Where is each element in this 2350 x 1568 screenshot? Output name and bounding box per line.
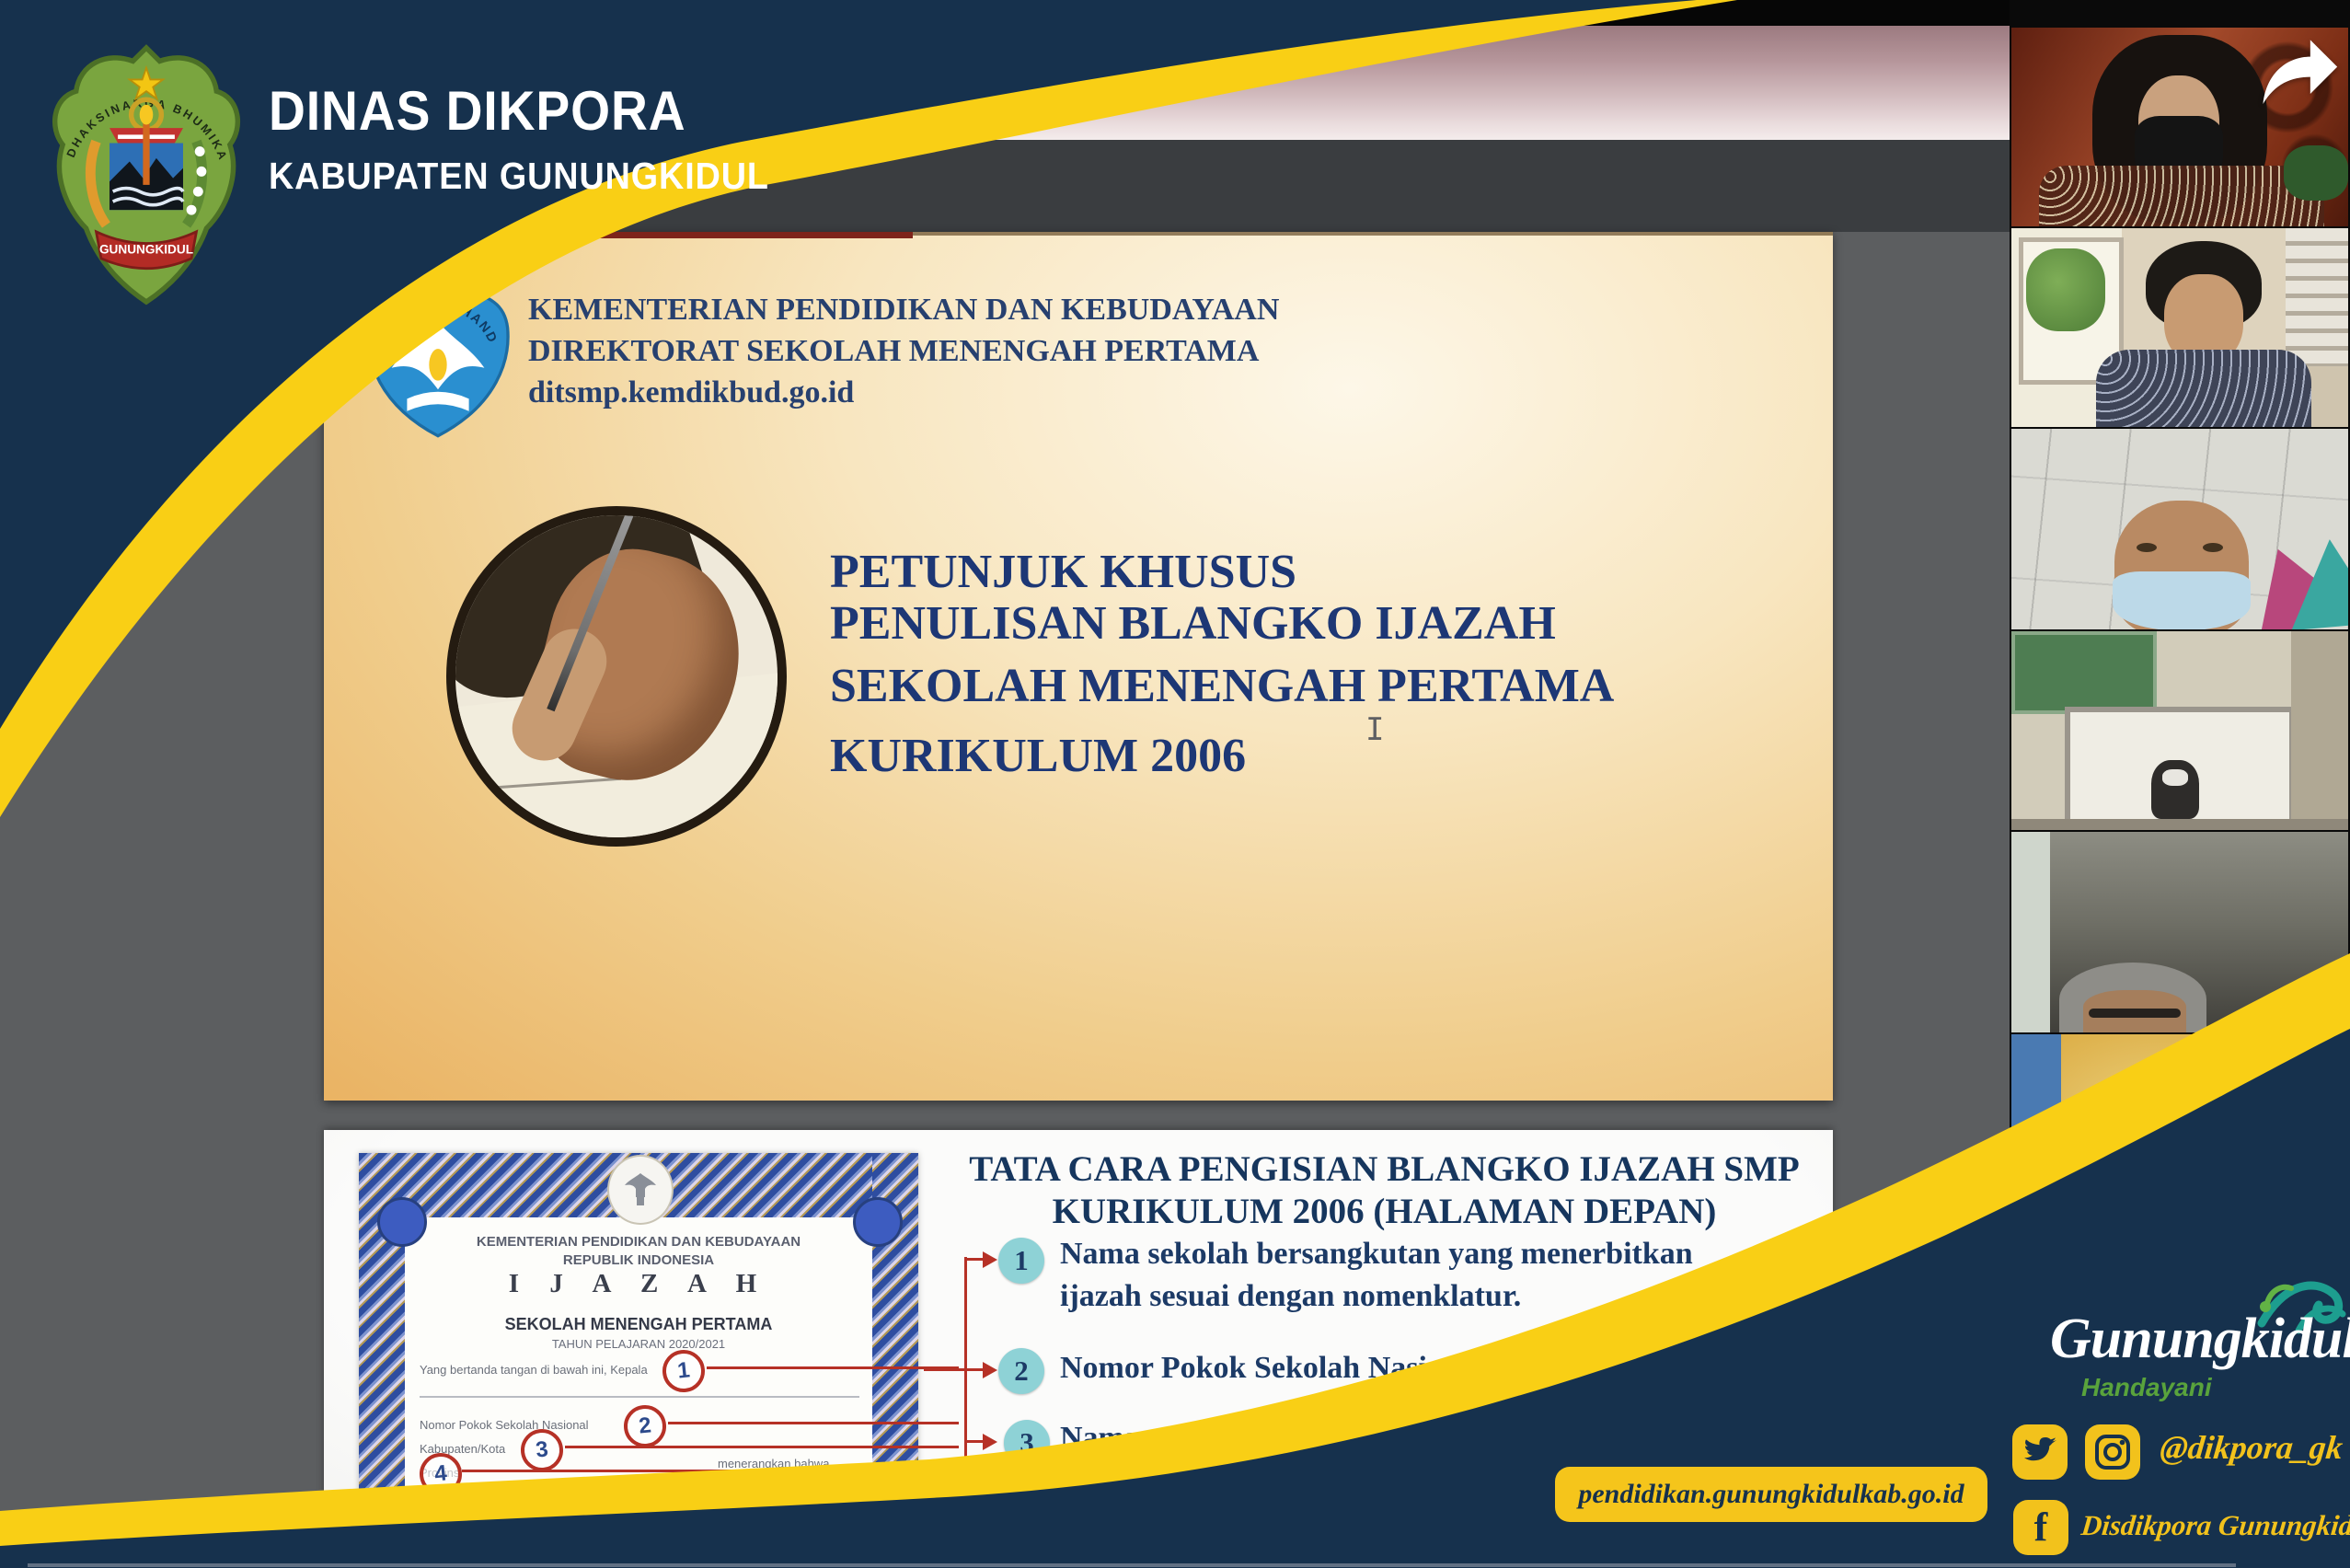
participant3-pennant-teal <box>2284 536 2348 629</box>
garuda-icon <box>622 1170 659 1210</box>
slide1-title-line3: SEKOLAH MENENGAH PERTAMA <box>830 659 1614 713</box>
red-connector <box>964 1258 985 1261</box>
list-item-2-line1: Nomor Pokok Sekolah Nasional (NPSN) <box>1060 1351 1595 1386</box>
page-edge <box>324 232 1833 236</box>
certificate-year: TAHUN PELAJARAN 2020/2021 <box>414 1337 863 1351</box>
certificate-field-2: Nomor Pokok Sekolah Nasional <box>420 1418 589 1432</box>
twitter-icon <box>2012 1424 2068 1480</box>
certificate-header-2: REPUBLIK INDONESIA <box>414 1252 863 1268</box>
ministry-line-3: ditsmp.kemdikbud.go.id <box>528 372 1540 413</box>
list-item-1-line2: ijazah sesuai dengan nomenklatur. <box>1060 1279 1521 1314</box>
facebook-label: Disdikpora Gunungkidul <box>2079 1509 2350 1542</box>
participant4-mask <box>2162 769 2188 786</box>
participant-video-2[interactable] <box>2011 228 2348 427</box>
ijazah-certificate-image: KEMENTERIAN PENDIDIKAN DAN KEBUDAYAAN RE… <box>359 1153 918 1568</box>
certificate-subtitle: SEKOLAH MENENGAH PERTAMA <box>414 1315 863 1334</box>
participant-video-3[interactable] <box>2011 429 2348 629</box>
red-connector-vertical <box>964 1257 967 1478</box>
red-arrowhead <box>983 1362 997 1378</box>
share-forward-icon[interactable] <box>2256 33 2341 114</box>
participant5-glasses <box>2089 1009 2181 1018</box>
participant2-bookshelf <box>2286 228 2348 366</box>
svg-text:GUNUNGKIDUL: GUNUNGKIDUL <box>99 242 193 256</box>
red-connector <box>964 1440 985 1443</box>
ministry-line-1: KEMENTERIAN PENDIDIKAN DAN KEBUDAYAAN <box>528 289 1540 330</box>
participant5-window-light <box>2011 832 2050 1032</box>
social-handle: @dikpora_gk <box>2159 1428 2344 1467</box>
red-arrowhead <box>983 1251 997 1268</box>
participant-video-5[interactable] <box>2011 832 2348 1032</box>
window-top-bar <box>0 0 2350 28</box>
certificate-header-1: KEMENTERIAN PENDIDIKAN DAN KEBUDAYAAN <box>414 1234 863 1250</box>
brand-name: Gunungkidul <box>2050 1307 2350 1372</box>
list-badge-2: 2 <box>998 1348 1044 1394</box>
participant-video-6[interactable] <box>2011 1034 2348 1237</box>
ministry-line-2: DIREKTORAT SEKOLAH MENENGAH PERTAMA <box>528 330 1540 372</box>
participant3-eye <box>2203 543 2223 552</box>
org-region: KABUPATEN GUNUNGKIDUL <box>269 155 769 198</box>
participant1-plant <box>2284 145 2348 201</box>
list-item-3-line1: Nama nomenklatur kabupaten/kota*) ( <box>1060 1421 1584 1456</box>
participant4-door <box>2291 631 2348 830</box>
red-arrowhead <box>983 1434 997 1450</box>
tut-wuri-handayani-logo: TUT WURI HANDAYANI <box>361 274 515 440</box>
org-name: DINAS DIKPORA <box>269 79 686 143</box>
participant6-bracket <box>2028 1189 2078 1204</box>
participant4-desk <box>2011 819 2348 830</box>
participant-video-4[interactable] <box>2011 631 2348 830</box>
certificate-field-4-suffix: menerangkan bahwa <box>718 1457 829 1470</box>
brand-tagline: Handayani <box>2081 1373 2212 1402</box>
website-banner: pendidikan.gunungkidulkab.go.id <box>1555 1467 1987 1522</box>
participant3-eye <box>2137 543 2157 552</box>
slide1-title-line2: PENULISAN BLANGKO IJAZAH <box>830 596 1556 651</box>
hand-writing-photo <box>446 506 787 847</box>
list-item-3-line2: mencoret) <box>1069 1461 1204 1496</box>
page-top-red-sliver <box>554 232 913 238</box>
participant3-mask <box>2113 571 2251 629</box>
bottom-edge-line <box>28 1563 2236 1567</box>
participant6-head <box>2230 1119 2308 1204</box>
facebook-icon: f <box>2013 1500 2068 1555</box>
certificate-marker-4: 4 <box>418 1451 465 1498</box>
certificate-marker-2: 2 <box>622 1403 669 1450</box>
participant6-bracket <box>2039 1204 2054 1231</box>
certificate-marker-5: 5 <box>613 1499 660 1546</box>
participant4-green-board <box>2011 631 2157 714</box>
ministry-header: KEMENTERIAN PENDIDIKAN DAN KEBUDAYAAN DI… <box>528 289 1540 413</box>
participant1-batik-shirt <box>2039 166 2324 226</box>
slide1-title-line1: PETUNJUK KHUSUS <box>830 545 1296 599</box>
certificate-marker-1: 1 <box>661 1348 708 1395</box>
certificate-field-1: Yang bertanda tangan di bawah ini, Kepal… <box>420 1363 648 1377</box>
certificate-title: I J A Z A H <box>414 1269 863 1299</box>
list-badge-3: 3 <box>1004 1420 1050 1466</box>
certificate-marker-3: 3 <box>519 1427 566 1474</box>
participant2-batik-shirt <box>2096 350 2311 427</box>
slide-page-1: TUT WURI HANDAYANI KEMENTERIAN PENDIDIKA… <box>324 232 1833 1101</box>
slide2-title-line1: TATA CARA PENGISIAN BLANGKO IJAZAH SMP <box>968 1148 1801 1190</box>
red-connector <box>964 1368 985 1371</box>
video-conference-screen: 12 / 55 | − 100% + | TUT WURI HANDAYANI … <box>0 0 2350 1568</box>
slide1-title-line4: KURIKULUM 2006 <box>830 729 1246 783</box>
garuda-emblem <box>607 1155 674 1225</box>
website-url: pendidikan.gunungkidulkab.go.id <box>1578 1479 1964 1510</box>
instagram-icon <box>2085 1424 2140 1480</box>
list-badge-1: 1 <box>998 1238 1044 1284</box>
list-item-1-line1: Nama sekolah bersangkutan yang menerbitk… <box>1060 1237 1693 1272</box>
text-cursor: I <box>1365 712 1382 747</box>
participant2-foliage <box>2026 248 2105 331</box>
gunungkidul-crest: DHAKSINARGA BHUMIKARTA GUNUNGKIDUL <box>46 40 247 309</box>
slide2-title-line2: KURIKULUM 2006 (HALAMAN DEPAN) <box>968 1191 1801 1232</box>
